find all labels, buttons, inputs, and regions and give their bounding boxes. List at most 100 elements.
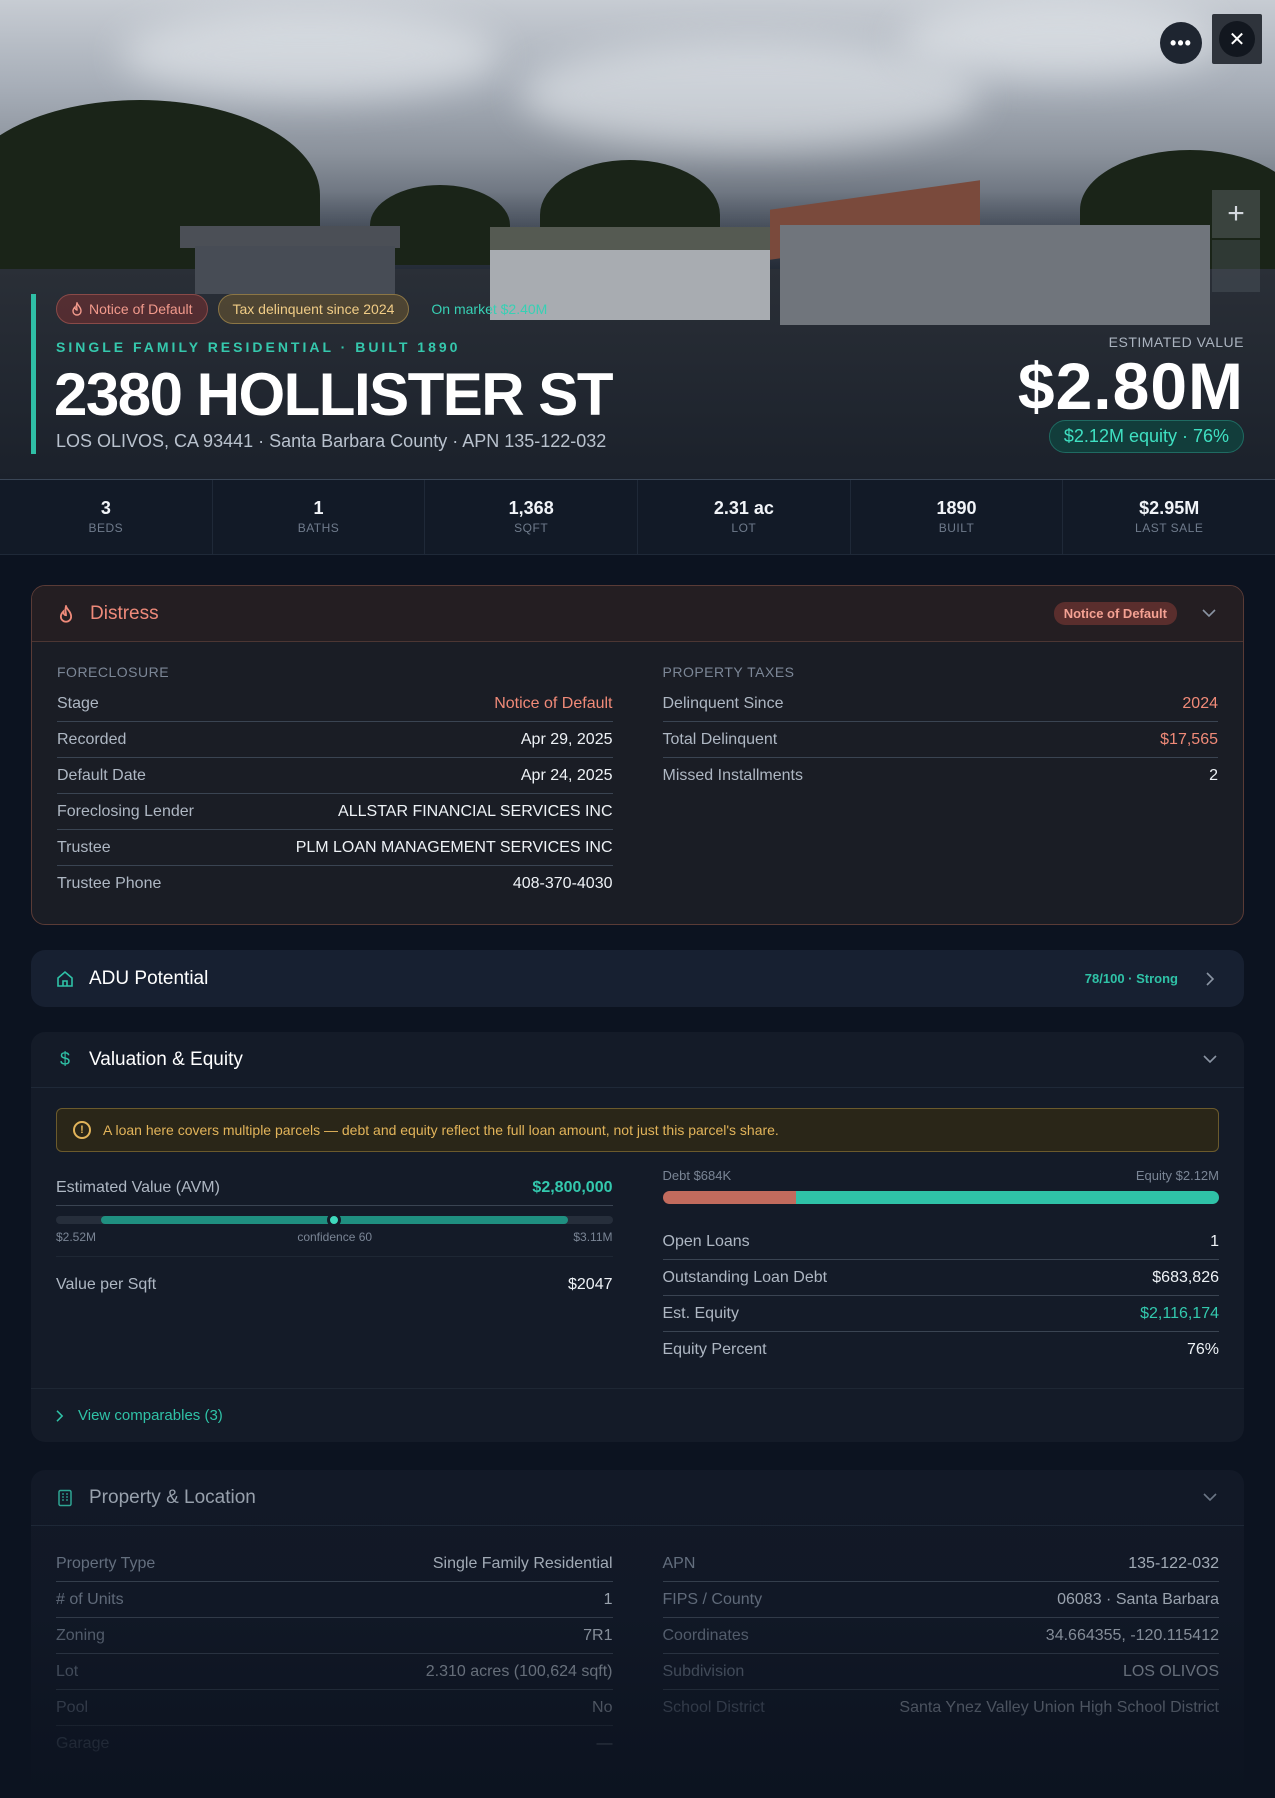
distress-header[interactable]: Distress Notice of Default	[32, 586, 1243, 642]
row-key: Missed Installments	[662, 767, 804, 784]
value-per-sqft-row: Value per Sqft $2047	[56, 1257, 613, 1313]
row-key: Subdivision	[662, 1662, 745, 1680]
distress-columns: FORECLOSURE Stage Notice of Default Recor…	[32, 642, 1243, 902]
row-value: $17,565	[1160, 730, 1218, 748]
house-icon	[55, 969, 75, 989]
detail-row: School District Santa Ynez Valley Union H…	[663, 1690, 1220, 1726]
row-value: 34.664355, -120.115412	[1045, 1626, 1219, 1644]
property-taxes-column: PROPERTY TAXES Delinquent Since 2024 Tota…	[662, 664, 1218, 902]
row-key: Delinquent Since	[662, 694, 784, 712]
more-options-button[interactable]: •••	[1160, 22, 1202, 64]
detail-row: Trustee Phone 408-370-4030	[57, 866, 613, 902]
detail-row: Property Type Single Family Residential	[56, 1546, 613, 1582]
stat-value: 1,368	[508, 498, 554, 518]
row-key: Zoning	[56, 1626, 105, 1644]
row-value: 1	[1210, 1232, 1219, 1250]
row-value: ALLSTAR FINANCIAL SERVICES INC	[338, 802, 613, 820]
adu-title: ADU Potential	[89, 967, 209, 989]
row-key: Lot	[56, 1662, 79, 1680]
row-key: Value per Sqft	[56, 1276, 157, 1293]
warning-icon: !	[73, 1121, 91, 1139]
row-value: PLM LOAN MANAGEMENT SERVICES INC	[295, 838, 613, 856]
row-value: LOS OLIVOS	[1122, 1662, 1219, 1680]
distress-badge: Notice of Default	[1053, 602, 1177, 625]
adu-score: 78/100 · Strong	[1084, 971, 1178, 986]
valuation-columns: Estimated Value (AVM) $2,800,000 $2.52M …	[31, 1152, 1244, 1368]
row-value: Single Family Residential	[432, 1554, 613, 1572]
cloud	[120, 10, 500, 100]
foreclosure-label: FORECLOSURE	[57, 664, 170, 680]
stat-value: $2.95M	[1139, 498, 1200, 518]
flame-icon	[72, 302, 82, 316]
close-button[interactable]: ✕	[1212, 14, 1262, 64]
stat-last-sale: $2.95M LAST SALE	[1063, 480, 1275, 554]
adu-header[interactable]: ADU Potential 78/100 · Strong	[31, 950, 1244, 1007]
row-key: FIPS / County	[662, 1590, 763, 1608]
row-value: $2,116,174	[1140, 1304, 1219, 1322]
notice-of-default-chip: Notice of Default	[56, 294, 208, 324]
row-value: No	[592, 1698, 613, 1716]
chevron-right-icon[interactable]	[1200, 969, 1220, 989]
stat-sqft: 1,368 SQFT	[425, 480, 639, 554]
chevron-down-icon[interactable]	[1200, 1488, 1220, 1508]
row-value: Notice of Default	[494, 694, 613, 712]
tax-delinquent-chip: Tax delinquent since 2024	[217, 294, 410, 324]
zoom-in-button[interactable]: +	[1212, 190, 1260, 238]
row-value: —	[596, 1735, 613, 1752]
stat-value: 1890	[936, 498, 977, 518]
foreclosure-column: FORECLOSURE Stage Notice of Default Recor…	[57, 664, 613, 902]
stat-label: BUILT	[938, 521, 975, 535]
detail-row: Pool No	[56, 1690, 613, 1726]
equity-pill: $2.12M equity · 76%	[1048, 420, 1244, 453]
adu-potential-card[interactable]: ADU Potential 78/100 · Strong	[31, 950, 1244, 1007]
row-value: 1	[603, 1590, 613, 1608]
debt-equity-labels: Debt $684K Equity $2.12M	[663, 1168, 1220, 1183]
notice-text: A loan here covers multiple parcels — de…	[103, 1122, 779, 1138]
property-location-card: Property & Location Property Type Single …	[31, 1470, 1244, 1798]
row-value: 76%	[1186, 1341, 1219, 1358]
row-value: Santa Ynez Valley Union High School Dist…	[899, 1699, 1219, 1716]
row-key: School District	[662, 1699, 765, 1716]
property-title: Property & Location	[89, 1486, 256, 1508]
detail-row: Trustee PLM LOAN MANAGEMENT SERVICES INC	[57, 830, 613, 866]
view-comparables-button[interactable]: View comparables (3)	[31, 1388, 1244, 1442]
row-value: 2	[1209, 767, 1218, 784]
chip-label: Notice of Default	[89, 301, 193, 317]
roof	[180, 226, 400, 248]
flame-icon	[56, 604, 76, 624]
avm-label: Estimated Value (AVM)	[56, 1178, 220, 1196]
chevron-down-icon[interactable]	[1200, 1050, 1220, 1070]
estimated-value: $2.80M	[1017, 349, 1244, 423]
stat-beds: 3 BEDS	[0, 480, 213, 554]
row-key: Open Loans	[662, 1232, 750, 1250]
dollar-icon: $	[59, 1049, 70, 1069]
avm-row: Estimated Value (AVM) $2,800,000	[56, 1170, 613, 1206]
valuation-equity-card: $ Valuation & Equity ! A loan here cover…	[31, 1032, 1244, 1442]
plus-icon: +	[1227, 197, 1245, 230]
stat-baths: 1 BATHS	[213, 480, 426, 554]
roof	[490, 227, 770, 251]
chevron-right-icon	[56, 1409, 64, 1422]
row-key: Property Type	[56, 1554, 156, 1572]
range-high: $3.11M	[573, 1230, 613, 1244]
barn	[780, 225, 1210, 325]
valuation-header[interactable]: $ Valuation & Equity	[31, 1032, 1244, 1088]
avm-value: $2,800,000	[532, 1178, 613, 1196]
stat-label: SQFT	[514, 521, 549, 535]
row-value: 06083 · Santa Barbara	[1057, 1590, 1219, 1608]
zoom-out-button[interactable]	[1212, 240, 1260, 292]
detail-row: Subdivision LOS OLIVOS	[662, 1654, 1219, 1690]
stat-value: 2.31 ac	[713, 498, 774, 518]
distress-card: Distress Notice of Default FORECLOSURE S…	[31, 585, 1244, 925]
row-key: Outstanding Loan Debt	[662, 1268, 828, 1286]
property-header[interactable]: Property & Location	[31, 1470, 1244, 1526]
row-value: Apr 29, 2025	[520, 730, 613, 748]
detail-row: Foreclosing Lender ALLSTAR FINANCIAL SERV…	[57, 794, 613, 830]
row-value: 2024	[1182, 694, 1218, 712]
chevron-down-icon[interactable]	[1199, 604, 1219, 624]
detail-row: Equity Percent 76%	[663, 1332, 1220, 1368]
row-key: Recorded	[57, 730, 127, 748]
range-labels: $2.52M confidence 60 $3.11M	[56, 1230, 613, 1257]
row-key: Default Date	[57, 766, 146, 784]
detail-row: # of Units 1	[56, 1582, 613, 1618]
